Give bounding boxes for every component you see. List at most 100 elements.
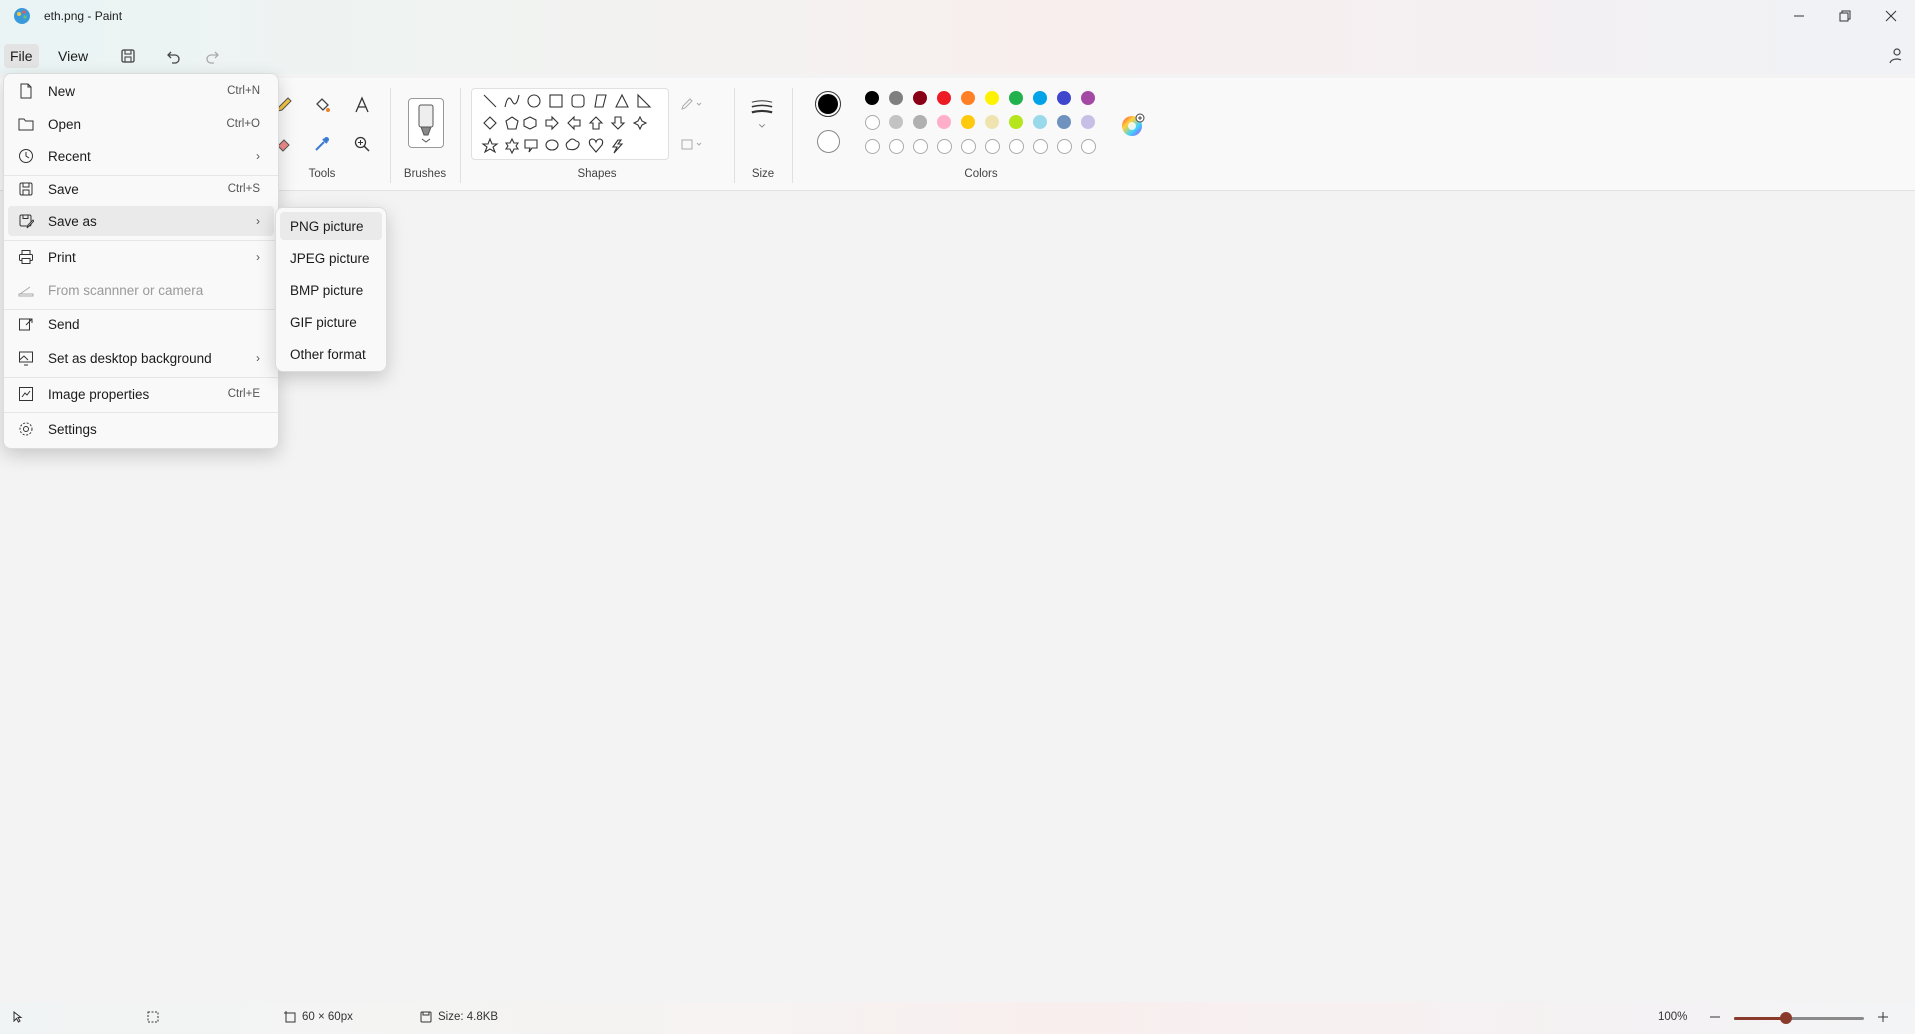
brushes-group-label: Brushes bbox=[403, 168, 447, 180]
custom-color-slot[interactable] bbox=[985, 139, 1000, 154]
color-swatch[interactable] bbox=[913, 115, 927, 129]
primary-color-swatch bbox=[818, 94, 838, 114]
rectangle-shape-icon bbox=[549, 94, 563, 108]
color-swatch[interactable] bbox=[961, 91, 975, 105]
menu-item-shortcut: Ctrl+O bbox=[226, 118, 260, 130]
file-size-text: Size: 4.8KB bbox=[438, 1011, 499, 1023]
menu-item-send[interactable]: Send bbox=[8, 309, 274, 339]
redo-button[interactable] bbox=[202, 45, 224, 67]
rect-callout-shape-icon bbox=[524, 139, 538, 153]
menu-item-set-desktop-background[interactable]: Set as desktop background › bbox=[8, 343, 274, 373]
color-swatch[interactable] bbox=[1009, 115, 1023, 129]
custom-color-slot[interactable] bbox=[889, 139, 904, 154]
tools-group-label: Tools bbox=[308, 168, 336, 180]
ribbon-divider bbox=[460, 88, 461, 183]
menu-item-label: From scannner or camera bbox=[48, 282, 204, 298]
color-swatch[interactable] bbox=[913, 91, 927, 105]
save-as-bmp[interactable]: BMP picture bbox=[280, 276, 382, 304]
submenu-item-label: BMP picture bbox=[290, 282, 364, 298]
fill-dropdown[interactable] bbox=[680, 132, 704, 156]
custom-color-slot[interactable] bbox=[961, 139, 976, 154]
secondary-color-button[interactable] bbox=[817, 130, 840, 153]
custom-color-slot[interactable] bbox=[865, 139, 880, 154]
brushes-button[interactable] bbox=[408, 98, 444, 148]
menu-item-new[interactable]: New Ctrl+N bbox=[8, 76, 274, 106]
curve-shape-icon bbox=[504, 94, 520, 108]
text-tool[interactable] bbox=[350, 93, 374, 117]
color-swatch[interactable] bbox=[1057, 91, 1071, 105]
color-swatch[interactable] bbox=[1057, 115, 1071, 129]
six-point-star-shape-icon bbox=[504, 137, 520, 155]
outline-dropdown[interactable] bbox=[680, 92, 704, 116]
color-swatch[interactable] bbox=[985, 91, 999, 105]
menu-divider bbox=[4, 377, 278, 378]
color-swatch[interactable] bbox=[961, 115, 975, 129]
up-arrow-shape-icon bbox=[588, 116, 604, 130]
color-swatch[interactable] bbox=[889, 91, 903, 105]
menu-item-settings[interactable]: Settings bbox=[8, 414, 274, 444]
menu-item-from-scanner[interactable]: From scannner or camera bbox=[8, 275, 274, 305]
fill-tool[interactable] bbox=[310, 93, 334, 117]
menu-item-label: Open bbox=[48, 116, 82, 132]
primary-color-button[interactable] bbox=[815, 91, 841, 117]
custom-color-slot[interactable] bbox=[1009, 139, 1024, 154]
four-point-star-shape-icon bbox=[632, 115, 648, 131]
title-bar: eth.png - Paint bbox=[0, 0, 1915, 38]
color-swatch[interactable] bbox=[985, 115, 999, 129]
save-quick-button[interactable] bbox=[117, 45, 139, 67]
color-picker-tool[interactable] bbox=[310, 132, 334, 156]
color-swatch[interactable] bbox=[865, 91, 879, 105]
color-swatch[interactable] bbox=[1033, 115, 1047, 129]
color-swatch[interactable] bbox=[1081, 91, 1095, 105]
undo-button[interactable] bbox=[162, 45, 184, 67]
menu-item-open[interactable]: Open Ctrl+O bbox=[8, 109, 274, 139]
save-icon bbox=[19, 182, 33, 196]
save-as-other-format[interactable]: Other format bbox=[280, 340, 382, 368]
right-arrow-shape-icon bbox=[545, 115, 559, 131]
color-swatch[interactable] bbox=[937, 91, 951, 105]
file-menu: New Ctrl+N Open Ctrl+O Recent › Save Ctr… bbox=[3, 73, 279, 449]
zoom-level: 100% bbox=[1658, 1011, 1688, 1023]
menu-item-image-properties[interactable]: Image properties Ctrl+E bbox=[8, 379, 274, 409]
custom-color-slot[interactable] bbox=[913, 139, 928, 154]
disk-icon bbox=[420, 1011, 432, 1023]
view-menu-button[interactable]: View bbox=[52, 44, 94, 68]
menu-item-print[interactable]: Print › bbox=[8, 242, 274, 272]
color-swatch[interactable] bbox=[1033, 91, 1047, 105]
zoom-slider[interactable] bbox=[1734, 1012, 1864, 1024]
file-menu-button[interactable]: File bbox=[4, 44, 39, 68]
size-dropdown[interactable] bbox=[750, 100, 774, 128]
color-swatch[interactable] bbox=[1081, 115, 1095, 129]
minimize-button[interactable] bbox=[1776, 0, 1822, 32]
custom-color-slot[interactable] bbox=[1033, 139, 1048, 154]
color-swatch[interactable] bbox=[937, 115, 951, 129]
save-as-gif[interactable]: GIF picture bbox=[280, 308, 382, 336]
menu-item-recent[interactable]: Recent › bbox=[8, 141, 274, 171]
menu-item-save[interactable]: Save Ctrl+S bbox=[8, 174, 274, 204]
color-swatch[interactable] bbox=[1009, 91, 1023, 105]
triangle-shape-icon bbox=[615, 93, 629, 108]
submenu-item-label: JPEG picture bbox=[290, 250, 370, 266]
share-button[interactable] bbox=[1884, 45, 1906, 67]
save-as-png[interactable]: PNG picture bbox=[280, 212, 382, 240]
color-swatch[interactable] bbox=[889, 115, 903, 129]
zoom-out-button[interactable] bbox=[1708, 1008, 1722, 1026]
magnifier-tool[interactable] bbox=[350, 132, 374, 156]
custom-color-slot[interactable] bbox=[1081, 139, 1096, 154]
ribbon-divider bbox=[792, 88, 793, 183]
status-bar: 60 × 60px Size: 4.8KB 100% bbox=[0, 1002, 1915, 1034]
edit-colors-button[interactable] bbox=[1121, 113, 1145, 137]
restore-button[interactable] bbox=[1822, 0, 1868, 32]
menu-item-shortcut: Ctrl+N bbox=[227, 85, 260, 97]
custom-color-slot[interactable] bbox=[1057, 139, 1072, 154]
menu-item-save-as[interactable]: Save as › bbox=[8, 206, 274, 236]
close-button[interactable] bbox=[1868, 0, 1914, 32]
custom-color-slot[interactable] bbox=[937, 139, 952, 154]
zoom-in-button[interactable] bbox=[1876, 1008, 1890, 1026]
save-as-jpeg[interactable]: JPEG picture bbox=[280, 244, 382, 272]
brush-icon bbox=[418, 104, 434, 143]
zoom-slider-thumb[interactable] bbox=[1780, 1012, 1792, 1024]
left-arrow-shape-icon bbox=[567, 115, 581, 131]
color-swatch[interactable] bbox=[865, 115, 880, 130]
chevron-right-icon: › bbox=[256, 250, 260, 264]
